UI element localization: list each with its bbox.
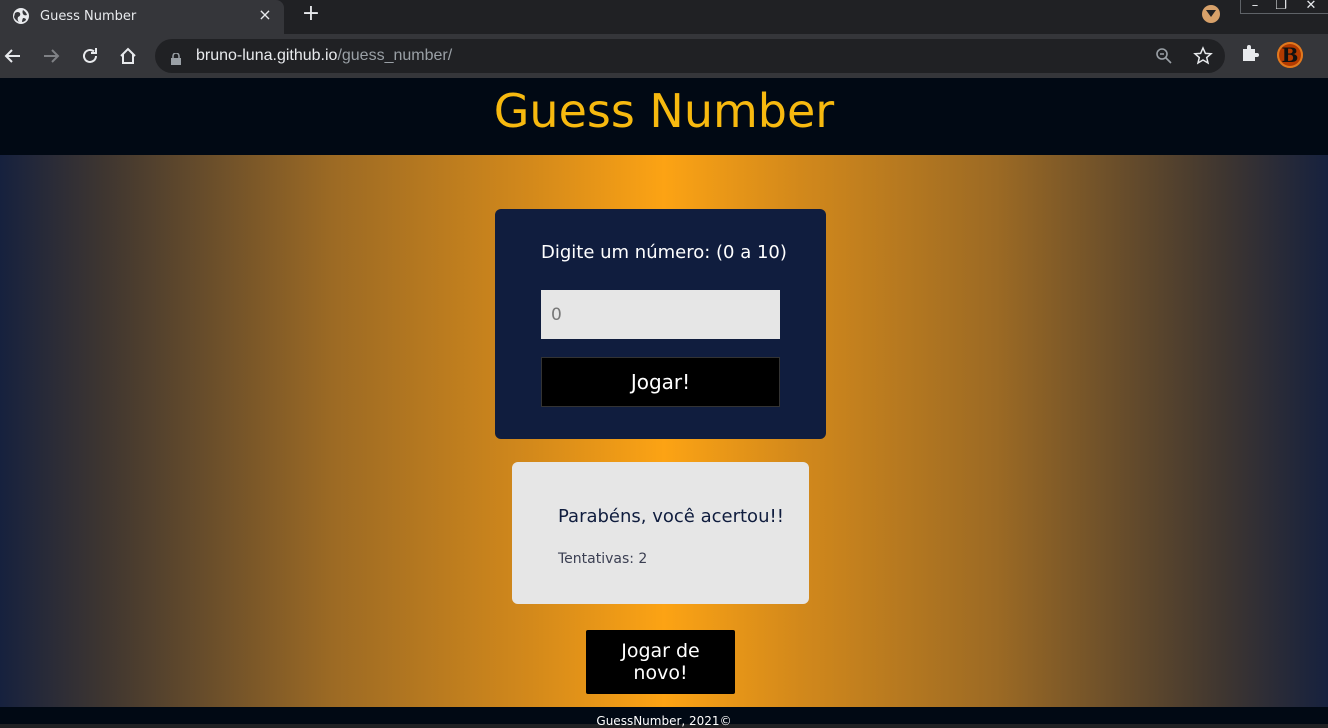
url-path: /guess_number/ — [337, 47, 453, 64]
back-arrow-icon[interactable] — [0, 43, 26, 69]
profile-avatar[interactable]: B — [1277, 42, 1303, 68]
result-card: Parabéns, você acertou!! Tentativas: 2 — [512, 462, 809, 604]
page-header: Guess Number — [0, 78, 1328, 155]
page-title: Guess Number — [493, 84, 835, 138]
zoom-icon[interactable] — [1155, 47, 1173, 69]
globe-icon — [12, 7, 30, 25]
home-icon[interactable] — [115, 43, 141, 69]
tab-title: Guess Number — [40, 9, 137, 24]
minimize-button[interactable]: – — [1247, 0, 1263, 14]
guess-form-card: Digite um número: (0 a 10) Jogar! — [495, 209, 826, 439]
tab-search-button[interactable] — [1202, 5, 1220, 23]
play-again-button[interactable]: Jogar de novo! — [586, 630, 735, 694]
main-section: Digite um número: (0 a 10) Jogar! Parabé… — [0, 155, 1328, 707]
tab-close-icon[interactable]: × — [256, 6, 274, 24]
browser-tab-strip: Guess Number × + – ❐ ✕ — [0, 0, 1328, 34]
extensions-puzzle-icon[interactable] — [1240, 43, 1260, 67]
browser-tab[interactable]: Guess Number × — [0, 0, 284, 34]
play-button[interactable]: Jogar! — [541, 357, 780, 407]
close-window-button[interactable]: ✕ — [1303, 0, 1319, 14]
attempts-count: Tentativas: 2 — [558, 551, 648, 567]
footer-text: GuessNumber, 2021© — [596, 714, 732, 728]
window-controls: – ❐ ✕ — [1240, 0, 1328, 14]
lock-icon[interactable] — [171, 50, 181, 69]
result-message: Parabéns, você acertou!! — [558, 506, 784, 527]
new-tab-button[interactable]: + — [300, 3, 322, 25]
url-text[interactable]: bruno-luna.github.io/guess_number/ — [196, 47, 452, 65]
forward-arrow-icon[interactable] — [38, 43, 64, 69]
browser-toolbar: bruno-luna.github.io/guess_number/ B — [0, 34, 1328, 78]
number-input[interactable] — [541, 290, 780, 339]
restore-button[interactable]: ❐ — [1273, 0, 1289, 14]
url-host: bruno-luna.github.io — [196, 47, 338, 64]
page-footer: GuessNumber, 2021© — [0, 707, 1328, 728]
web-page: Guess Number Digite um número: (0 a 10) … — [0, 78, 1328, 728]
bookmark-star-icon[interactable] — [1193, 46, 1213, 70]
number-prompt-label: Digite um número: (0 a 10) — [541, 242, 787, 263]
reload-icon[interactable] — [77, 43, 103, 69]
address-bar[interactable]: bruno-luna.github.io/guess_number/ — [155, 39, 1225, 73]
